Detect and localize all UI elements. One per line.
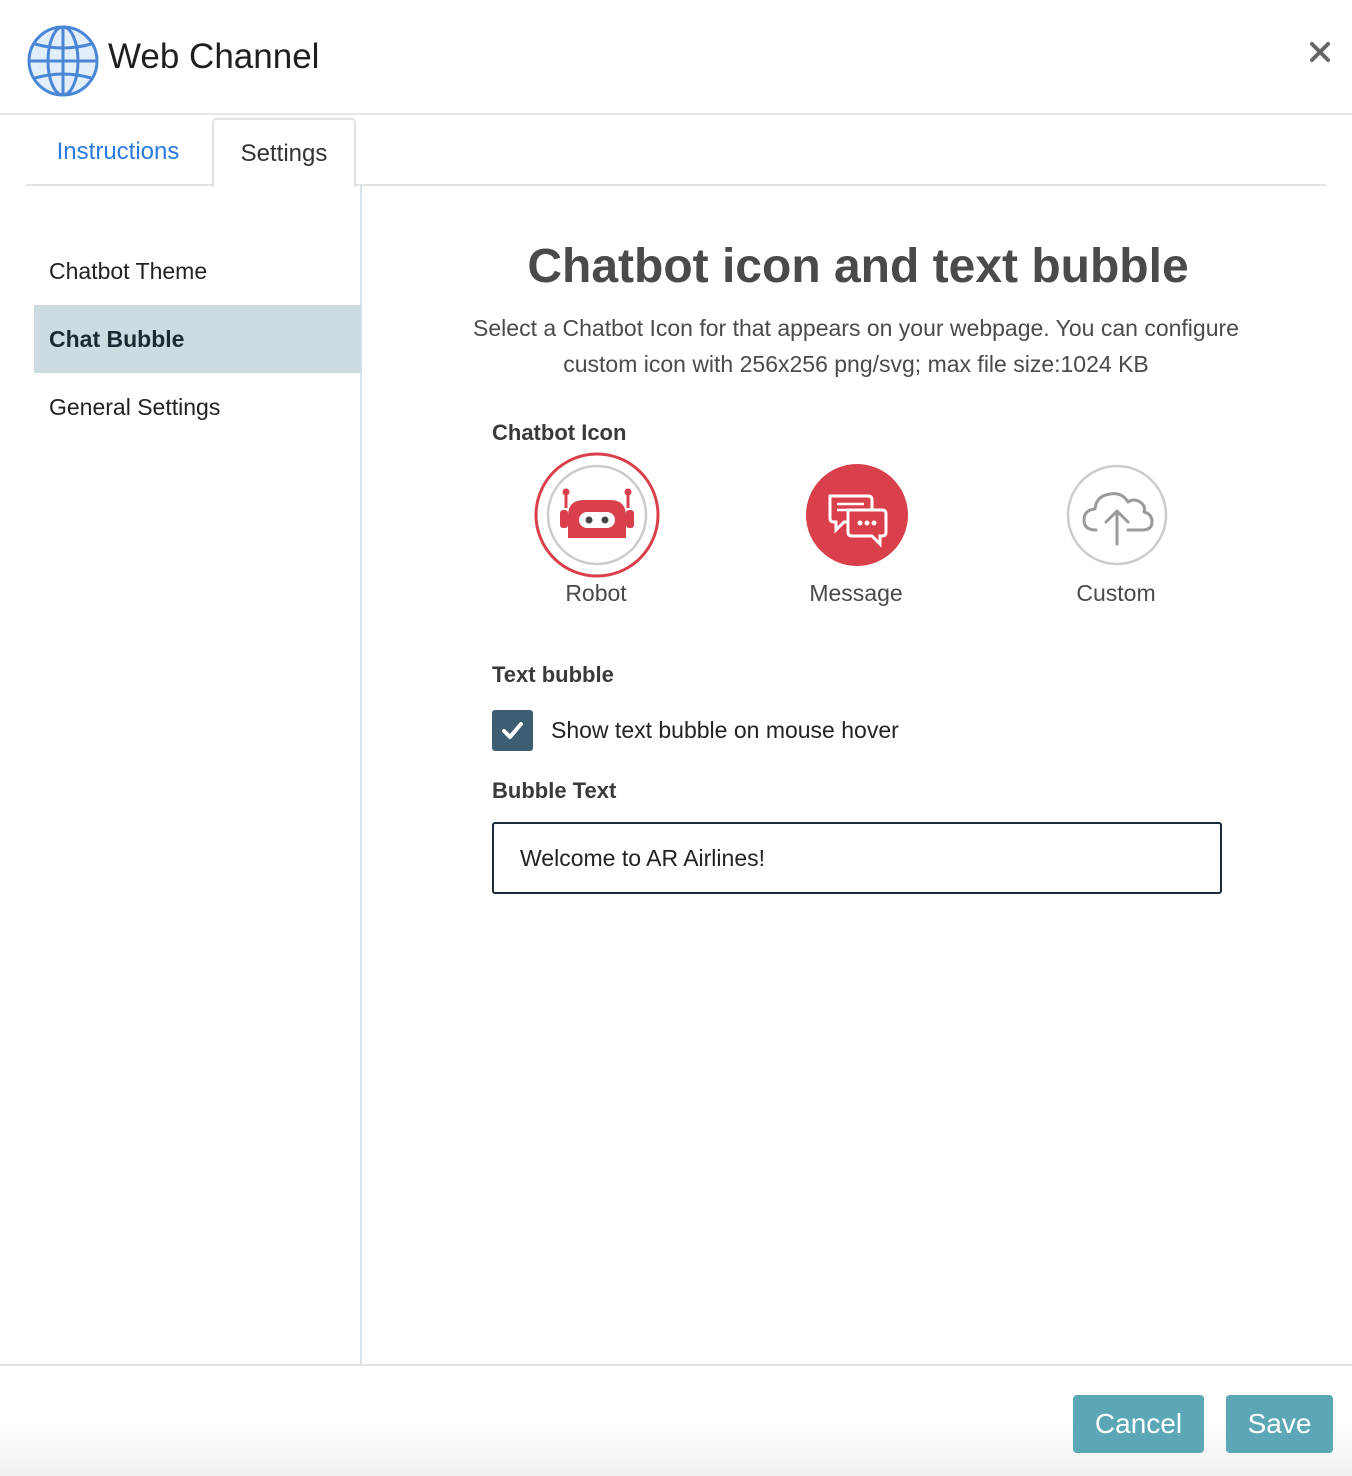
sidebar-item-chat-bubble[interactable]: Chat Bubble: [34, 305, 361, 373]
show-bubble-checkbox[interactable]: [492, 710, 533, 751]
section-title: Chatbot icon and text bubble: [527, 240, 1189, 293]
icon-option-custom[interactable]: Custom: [1016, 452, 1216, 622]
sidebar-item-general-settings[interactable]: General Settings: [34, 373, 361, 441]
globe-icon: [27, 25, 99, 97]
text-bubble-label: Text bubble: [492, 662, 614, 687]
cloud-upload-icon: [1066, 464, 1168, 566]
tab-instructions[interactable]: Instructions: [26, 118, 210, 186]
tab-bar: Instructions Settings: [26, 118, 1326, 188]
show-bubble-checkbox-label[interactable]: Show text bubble on mouse hover: [551, 715, 899, 745]
settings-sidebar: Chatbot Theme Chat Bubble General Settin…: [0, 186, 362, 1364]
icon-option-label: Message: [809, 580, 903, 606]
icon-option-label: Robot: [565, 580, 627, 606]
tab-settings[interactable]: Settings: [212, 118, 356, 188]
message-icon: [806, 464, 908, 566]
cancel-button[interactable]: Cancel: [1073, 1395, 1204, 1453]
icon-option-message[interactable]: Message: [756, 452, 956, 622]
bubble-text-label: Bubble Text: [492, 778, 617, 803]
bubble-text-input[interactable]: [492, 822, 1222, 894]
checkmark-icon: [502, 722, 523, 739]
section-description: Select a Chatbot Icon for that appears o…: [473, 315, 1239, 377]
modal-header: Web Channel: [0, 0, 1352, 115]
icon-option-label: Custom: [1076, 580, 1156, 606]
chatbot-icon-label: Chatbot Icon: [492, 420, 627, 445]
robot-icon: [534, 452, 660, 578]
close-icon[interactable]: [1304, 36, 1336, 68]
save-button[interactable]: Save: [1226, 1395, 1333, 1453]
modal-footer: Cancel Save: [0, 1364, 1352, 1476]
icon-option-robot[interactable]: Robot: [496, 452, 696, 622]
modal-title: Web Channel: [108, 37, 320, 76]
sidebar-item-chatbot-theme[interactable]: Chatbot Theme: [34, 237, 361, 305]
